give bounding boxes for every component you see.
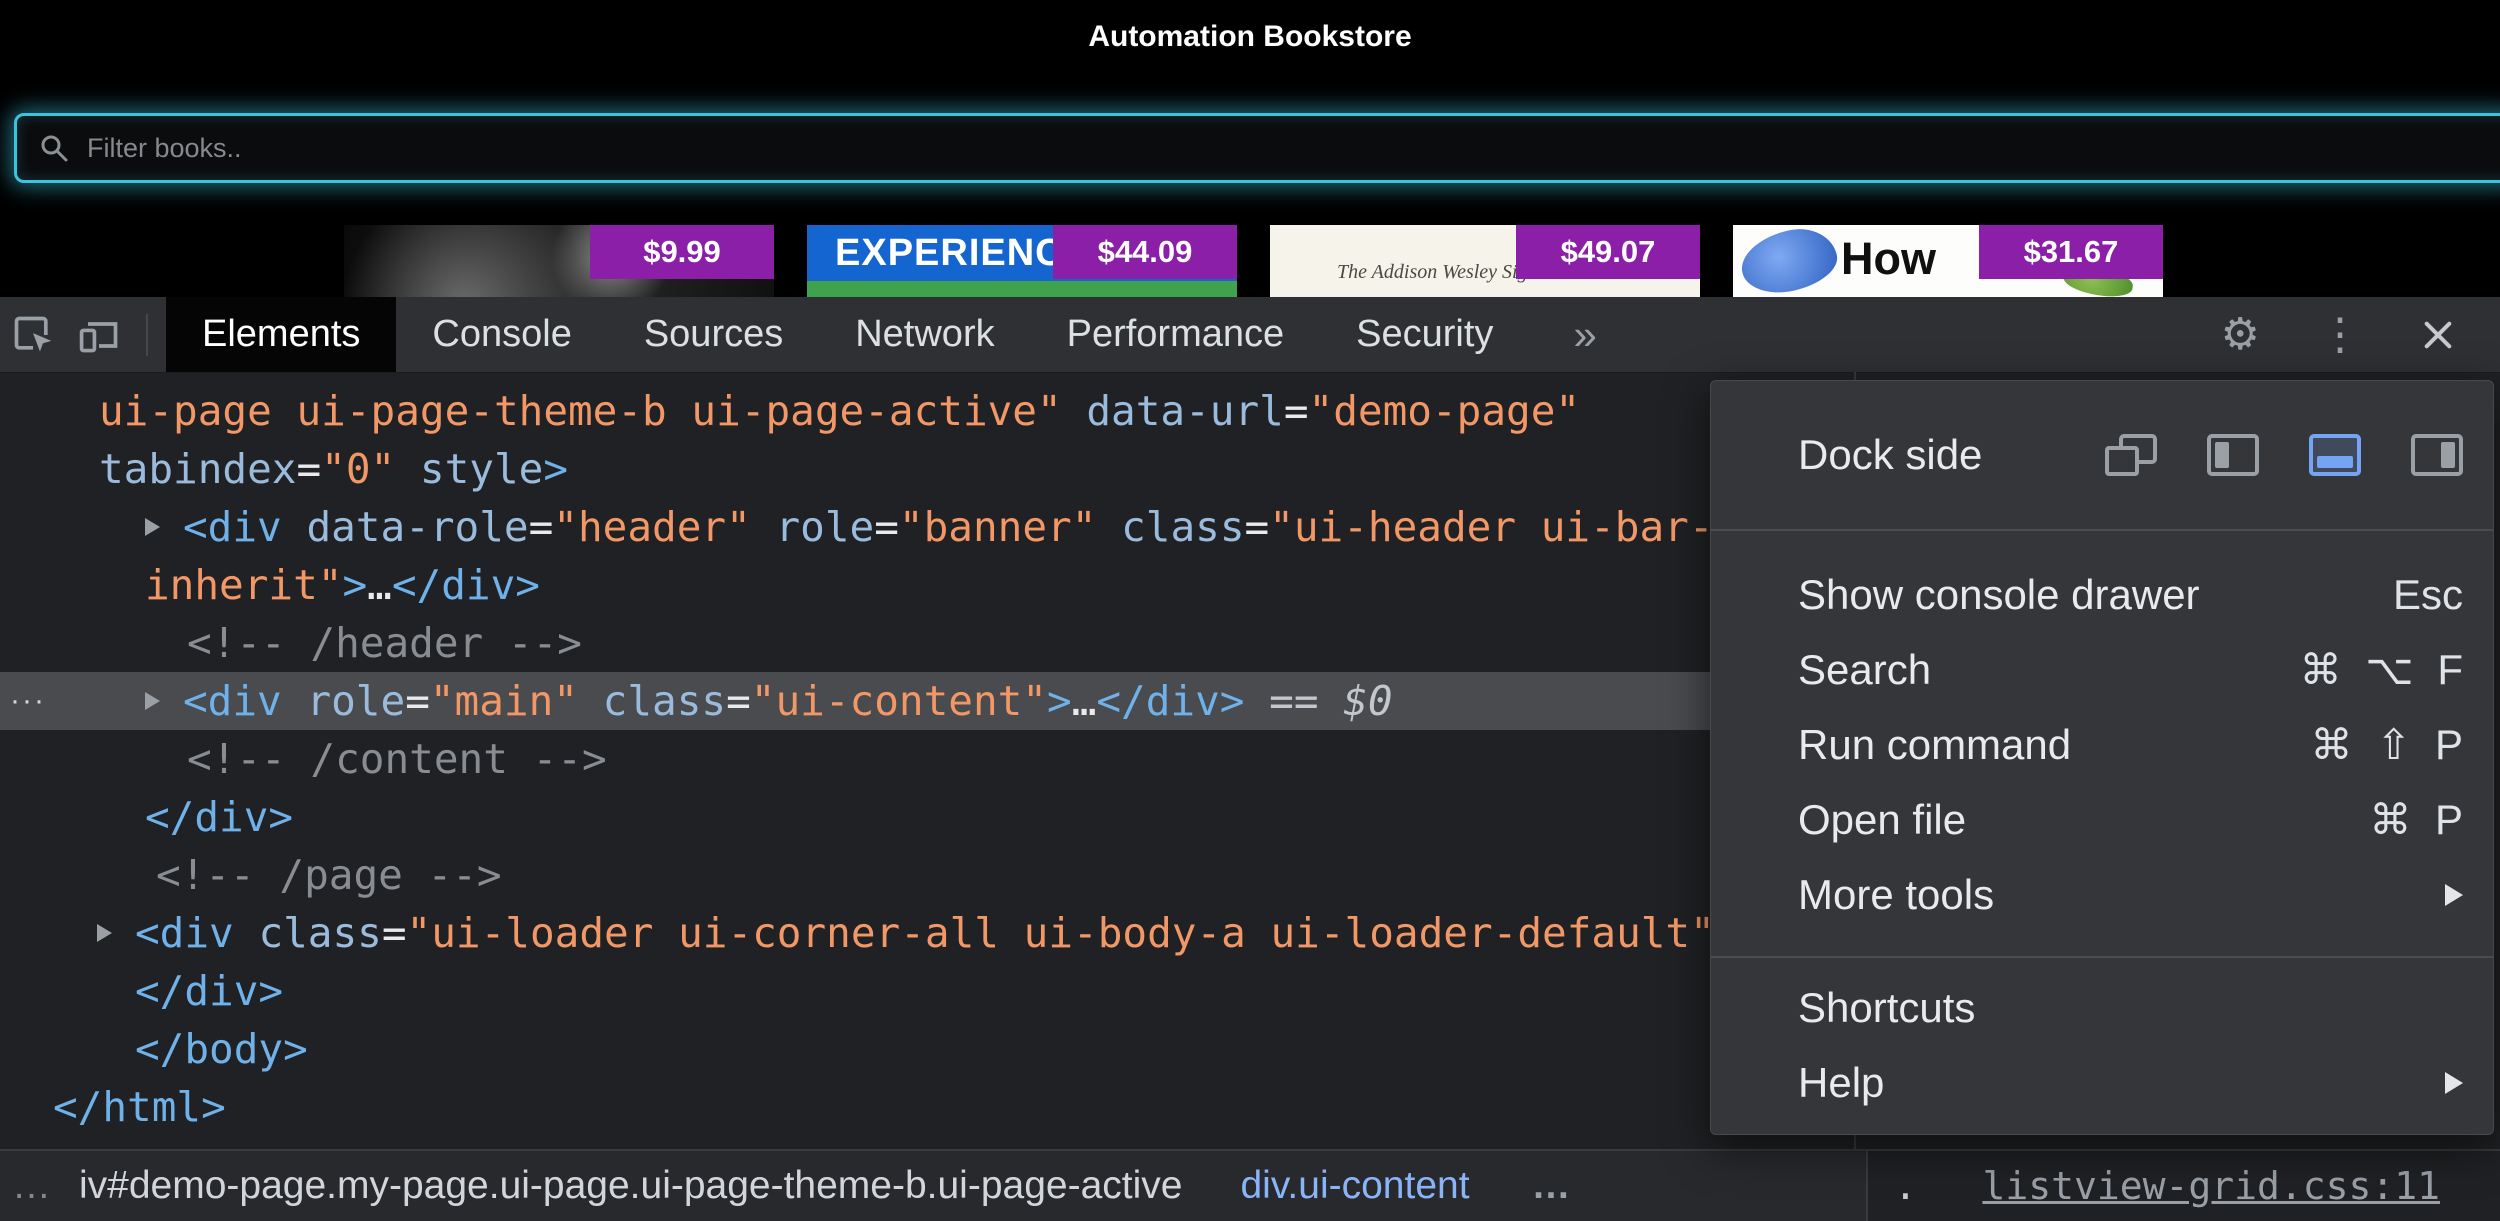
more-tabs-button[interactable]: » bbox=[1565, 311, 1604, 359]
menu-item-dock-side: Dock side bbox=[1711, 381, 2493, 529]
elements-tree-node[interactable]: ···<div role="main" class="ui-content">…… bbox=[0, 672, 1854, 730]
kebab-menu-icon[interactable]: ⋮ bbox=[2318, 313, 2362, 357]
tab-network[interactable]: Network bbox=[819, 297, 1030, 372]
books-row: $9.99 EXPERIENCES$44.09 The Addison Wesley… bbox=[0, 225, 2500, 297]
menu-item-help[interactable]: Help bbox=[1711, 1045, 2493, 1120]
elements-tree-node[interactable]: <!-- /header --> bbox=[0, 614, 1854, 672]
tab-elements[interactable]: Elements bbox=[166, 297, 396, 372]
breadcrumb-more[interactable]: … bbox=[1532, 1164, 1571, 1208]
expand-arrow-icon[interactable] bbox=[97, 924, 112, 942]
styles-selector-fragment: . bbox=[1894, 1164, 1917, 1208]
inspect-element-icon[interactable] bbox=[0, 297, 66, 372]
price-badge: $44.09 bbox=[1053, 225, 1237, 279]
elements-tree: ui-page ui-page-theme-b ui-page-active" … bbox=[0, 372, 1854, 1151]
book-cover-2[interactable]: EXPERIENCES$44.09 bbox=[807, 225, 1237, 297]
elements-tree-node[interactable]: </div> bbox=[0, 962, 1854, 1020]
shortcut-label: ⌘ P bbox=[2369, 795, 2463, 844]
elements-tree-node[interactable]: <div class="ui-loader ui-corner-all ui-b… bbox=[0, 904, 1854, 962]
menu-item-more-tools[interactable]: More tools bbox=[1711, 857, 2493, 932]
dock-right-icon[interactable] bbox=[2411, 434, 2463, 476]
store-title: Automation Bookstore bbox=[1088, 20, 1411, 90]
devtools-main-menu: Dock side Show console drawerEscSearch⌘ … bbox=[1710, 380, 2494, 1135]
search-icon bbox=[39, 133, 69, 163]
elements-tree-node[interactable]: tabindex="0" style> bbox=[0, 440, 1854, 498]
book-title: How bbox=[1841, 233, 1936, 285]
tab-sources[interactable]: Sources bbox=[608, 297, 819, 372]
menu-item-show-console-drawer[interactable]: Show console drawerEsc bbox=[1711, 557, 2493, 632]
price-badge: $9.99 bbox=[590, 225, 774, 279]
tab-console[interactable]: Console bbox=[396, 297, 607, 372]
store-header: Automation Bookstore bbox=[0, 0, 2500, 90]
menu-item-search[interactable]: Search⌘ ⌥ F bbox=[1711, 632, 2493, 707]
toolbar-divider bbox=[146, 314, 148, 356]
submenu-arrow-icon bbox=[2445, 884, 2463, 906]
price-badge: $31.67 bbox=[1979, 225, 2163, 279]
devtools-statusbar: … iv#demo-page.my-page.ui-page.ui-page-t… bbox=[0, 1149, 2500, 1221]
book-cover-4[interactable]: How $31.67 bbox=[1733, 225, 2163, 297]
elements-tree-node[interactable]: ui-page ui-page-theme-b ui-page-active" … bbox=[0, 382, 1854, 440]
price-badge: $49.07 bbox=[1516, 225, 1700, 279]
expand-arrow-icon[interactable] bbox=[145, 518, 160, 536]
devtools-tabs: ElementsConsoleSourcesNetworkPerformance… bbox=[166, 297, 1529, 372]
elements-tree-node[interactable]: inherit">…</div> bbox=[0, 556, 1854, 614]
settings-gear-icon[interactable]: ⚙ bbox=[2221, 313, 2260, 357]
shortcut-label: ⌘ ⇧ P bbox=[2310, 720, 2463, 769]
menu-item-shortcuts[interactable]: Shortcuts bbox=[1711, 970, 2493, 1045]
elements-tree-node[interactable]: </div> bbox=[0, 788, 1854, 846]
elements-tree-node[interactable]: <!-- /page --> bbox=[0, 846, 1854, 904]
book-cover-3[interactable]: The Addison Wesley Signature Series$49.0… bbox=[1270, 225, 1700, 297]
elements-tree-node[interactable]: </html> bbox=[0, 1078, 1854, 1136]
filter-books-search[interactable] bbox=[14, 113, 2500, 183]
breadcrumb-item-selected[interactable]: div.ui-content bbox=[1240, 1164, 1469, 1208]
toolbar-right-icons: ⚙ ⋮ bbox=[2221, 313, 2500, 357]
dragon-illustration bbox=[1736, 225, 1842, 297]
styles-pane-bottom: . listview-grid.css:11 bbox=[1866, 1151, 2500, 1221]
expand-arrow-icon[interactable] bbox=[145, 692, 160, 710]
shortcut-label: Esc bbox=[2393, 571, 2463, 619]
menu-item-open-file[interactable]: Open file⌘ P bbox=[1711, 782, 2493, 857]
breadcrumb-item-page[interactable]: iv#demo-page.my-page.ui-page.ui-page-the… bbox=[79, 1164, 1182, 1208]
devtools-panel: ElementsConsoleSourcesNetworkPerformance… bbox=[0, 297, 2500, 1221]
dock-bottom-icon[interactable] bbox=[2309, 434, 2361, 476]
book-cover-1[interactable]: $9.99 bbox=[344, 225, 774, 297]
dock-side-options bbox=[2105, 434, 2463, 476]
devtools-toolbar: ElementsConsoleSourcesNetworkPerformance… bbox=[0, 297, 2500, 373]
breadcrumb-overflow: … bbox=[12, 1164, 51, 1208]
submenu-arrow-icon bbox=[2445, 1072, 2463, 1094]
undock-icon[interactable] bbox=[2105, 434, 2157, 476]
tab-performance[interactable]: Performance bbox=[1031, 297, 1321, 372]
dock-left-icon[interactable] bbox=[2207, 434, 2259, 476]
node-actions-icon[interactable]: ··· bbox=[10, 672, 46, 730]
close-devtools-icon[interactable] bbox=[2420, 317, 2456, 353]
filter-books-input[interactable] bbox=[85, 132, 2497, 165]
device-toolbar-icon[interactable] bbox=[66, 297, 132, 372]
tab-security[interactable]: Security bbox=[1320, 297, 1529, 372]
stylesheet-link[interactable]: listview-grid.css:11 bbox=[1982, 1164, 2440, 1208]
elements-tree-node[interactable]: </body> bbox=[0, 1020, 1854, 1078]
breadcrumb: … iv#demo-page.my-page.ui-page.ui-page-t… bbox=[0, 1151, 1866, 1221]
elements-tree-node[interactable]: <!-- /content --> bbox=[0, 730, 1854, 788]
elements-tree-node[interactable]: <div data-role="header" role="banner" cl… bbox=[0, 498, 1854, 556]
shortcut-label: ⌘ ⌥ F bbox=[2300, 645, 2463, 694]
dock-side-label: Dock side bbox=[1798, 431, 1982, 479]
menu-item-run-command[interactable]: Run command⌘ ⇧ P bbox=[1711, 707, 2493, 782]
